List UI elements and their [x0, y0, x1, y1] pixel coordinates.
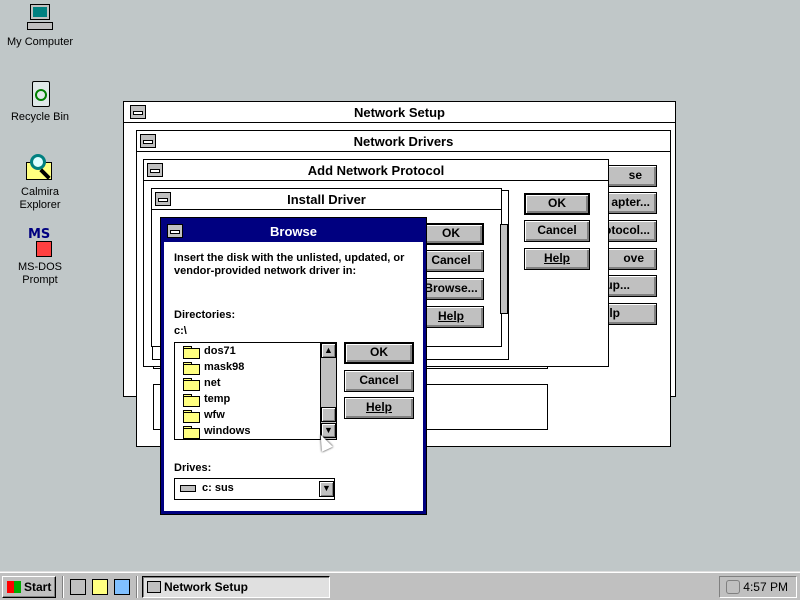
folder-icon [183, 394, 200, 407]
quicklaunch-printer-icon[interactable] [70, 579, 86, 595]
quicklaunch-desktop-icon[interactable] [114, 579, 130, 595]
install-driver-title: Install Driver [152, 189, 501, 210]
system-menu-button[interactable] [167, 224, 183, 238]
install-help-button[interactable]: Help [418, 306, 484, 328]
system-menu-button[interactable] [140, 134, 156, 148]
folder-icon [183, 362, 200, 375]
install-ok-button[interactable]: OK [418, 223, 484, 245]
list-item[interactable]: mask98 [204, 361, 244, 373]
drive-select[interactable]: c: sus ▼ [174, 478, 335, 500]
desktop-icon-label: My Computer [6, 36, 74, 48]
system-menu-button[interactable] [130, 105, 146, 119]
scroll-up-icon[interactable]: ▲ [321, 343, 336, 358]
desktop-icon-my-computer[interactable]: My Computer [0, 2, 80, 49]
system-menu-button[interactable] [147, 163, 163, 177]
list-item[interactable]: windows [204, 425, 250, 437]
browse-ok-button[interactable]: OK [344, 342, 414, 364]
protocol-cancel-button[interactable]: Cancel [524, 220, 590, 242]
computer-icon [24, 2, 56, 34]
msdos-icon: MS [24, 227, 56, 259]
current-path: c:\ [174, 325, 187, 337]
add-protocol-title: Add Network Protocol [144, 160, 608, 181]
start-button[interactable]: Start [2, 576, 56, 598]
install-browse-button[interactable]: Browse... [418, 278, 484, 300]
list-item[interactable]: dos71 [204, 345, 236, 357]
system-menu-button[interactable] [155, 192, 171, 206]
install-cancel-button[interactable]: Cancel [418, 250, 484, 272]
tray-network-icon[interactable] [726, 580, 740, 594]
list-item[interactable]: net [204, 377, 221, 389]
drive-icon [180, 485, 196, 492]
msdos-icon-text: MS [28, 227, 51, 242]
explorer-icon [24, 152, 56, 184]
desktop-icon-calmira-explorer[interactable]: Calmira Explorer [0, 152, 80, 212]
browse-prompt: Insert the disk with the unlisted, updat… [174, 252, 405, 277]
desktop-icon-label: Recycle Bin [10, 111, 70, 123]
browse-title: Browse [164, 221, 423, 242]
directories-label: Directories: [174, 309, 236, 321]
recycle-bin-icon [24, 77, 56, 109]
browse-dialog: Browse Insert the disk with the unlisted… [160, 217, 427, 515]
folder-icon [183, 410, 200, 423]
drives-label: Drives: [174, 462, 212, 474]
task-network-setup[interactable]: Network Setup [142, 576, 330, 598]
network-drivers-title: Network Drivers [137, 131, 670, 152]
install-help-label: Help [437, 309, 464, 323]
browse-cancel-button[interactable]: Cancel [344, 370, 414, 392]
list-item[interactable]: temp [204, 393, 230, 405]
protocol-ok-button[interactable]: OK [524, 193, 590, 215]
start-label: Start [24, 580, 52, 594]
protocol-help-label: Help [543, 251, 570, 265]
desktop-icon-recycle-bin[interactable]: Recycle Bin [0, 77, 80, 124]
folder-icon [183, 426, 200, 439]
list-item[interactable]: wfw [204, 409, 225, 421]
windows-logo-icon [7, 581, 21, 593]
scroll-thumb[interactable] [321, 407, 336, 422]
taskbar: Start Network Setup 4:57 PM [0, 572, 800, 600]
system-tray: 4:57 PM [719, 576, 797, 598]
quicklaunch-explorer-icon[interactable] [92, 579, 108, 595]
folder-icon [183, 346, 200, 359]
browse-help-button[interactable]: Help [344, 397, 414, 419]
task-label: Network Setup [164, 580, 249, 594]
directory-list[interactable]: dos71 mask98 net temp wfw windows ▲ ▼ [174, 342, 337, 440]
vertical-scrollbar[interactable]: ▲ ▼ [320, 343, 336, 439]
desktop-icon-label: Calmira Explorer [19, 186, 61, 211]
protocol-help-button[interactable]: Help [524, 248, 590, 270]
desktop-icon-msdos-prompt[interactable]: MS MS-DOS Prompt [0, 227, 80, 287]
network-icon [147, 581, 161, 593]
chevron-down-icon[interactable]: ▼ [319, 481, 334, 497]
browse-help-label: Help [365, 400, 392, 414]
drive-value: c: sus [202, 482, 234, 494]
folder-icon [183, 378, 200, 391]
network-setup-title: Network Setup [124, 102, 675, 123]
clock[interactable]: 4:57 PM [743, 580, 788, 594]
desktop-icon-label: MS-DOS Prompt [18, 261, 62, 286]
